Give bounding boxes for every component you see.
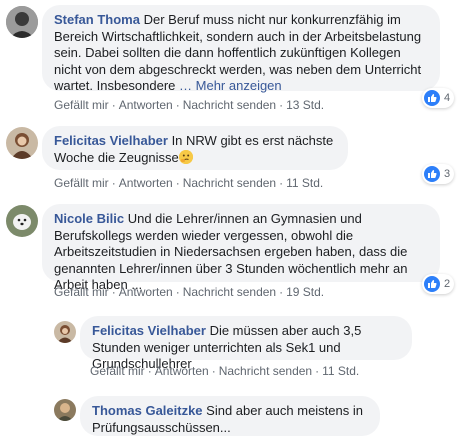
like-link[interactable]: Gefällt mir (54, 285, 109, 299)
timestamp[interactable]: 11 Std. (286, 176, 323, 190)
author-name[interactable]: Felicitas Vielhaber (92, 323, 206, 338)
reaction-count[interactable]: 4 (422, 88, 455, 108)
reaction-number: 2 (444, 278, 451, 290)
avatar[interactable] (6, 6, 38, 38)
comment-bubble: Stefan Thoma Der Beruf muss nicht nur ko… (42, 5, 440, 93)
comment-bubble: Felicitas Vielhaber In NRW gibt es erst … (42, 126, 348, 170)
timestamp[interactable]: 19 Std. (286, 285, 324, 299)
author-name[interactable]: Stefan Thoma (54, 12, 140, 27)
reply-link[interactable]: Antworten (119, 285, 173, 299)
send-message-link[interactable]: Nachricht senden (183, 98, 276, 112)
reaction-number: 3 (444, 168, 451, 180)
show-more-link[interactable]: … Mehr anzeigen (179, 78, 282, 93)
timestamp[interactable]: 13 Std. (286, 98, 324, 112)
reply-link[interactable]: Antworten (119, 98, 173, 112)
comment-bubble: Nicole Bilic Und die Lehrer/innen an Gym… (42, 204, 440, 292)
avatar[interactable] (6, 127, 38, 159)
avatar[interactable] (6, 205, 38, 237)
comment-actions: Gefällt mir · Antworten · Nachricht senden · 1… (90, 364, 360, 378)
send-message-link[interactable]: Nachricht senden (183, 176, 276, 190)
thinking-face-emoji (178, 149, 193, 164)
comment-actions: Gefällt mir · Antworten · Nachricht senden · 1… (54, 98, 325, 112)
reply-bubble: Thomas Galeitzke Sind aber auch meistens… (80, 396, 380, 436)
comment-actions: Gefällt mir · Antworten · Nachricht senden · 1… (54, 285, 325, 299)
like-icon (424, 276, 440, 292)
author-name[interactable]: Thomas Galeitzke (92, 403, 203, 418)
like-icon (424, 166, 440, 182)
like-link[interactable]: Gefällt mir (54, 98, 109, 112)
send-message-link[interactable]: Nachricht senden (219, 364, 312, 378)
reply-link[interactable]: Antworten (119, 176, 173, 190)
reaction-number: 4 (444, 92, 451, 104)
send-message-link[interactable]: Nachricht senden (183, 285, 276, 299)
avatar[interactable] (54, 321, 76, 343)
timestamp[interactable]: 11 Std. (322, 364, 359, 378)
author-name[interactable]: Felicitas Vielhaber (54, 133, 168, 148)
reply-link[interactable]: Antworten (155, 364, 209, 378)
like-icon (424, 90, 440, 106)
reply-bubble: Felicitas Vielhaber Die müssen aber auch… (80, 316, 412, 371)
author-name[interactable]: Nicole Bilic (54, 211, 124, 226)
like-link[interactable]: Gefällt mir (54, 176, 109, 190)
like-link[interactable]: Gefällt mir (90, 364, 145, 378)
reaction-count[interactable]: 3 (422, 164, 455, 184)
reaction-count[interactable]: 2 (422, 274, 455, 294)
avatar[interactable] (54, 399, 76, 421)
comment-actions: Gefällt mir · Antworten · Nachricht senden · 1… (54, 176, 324, 190)
